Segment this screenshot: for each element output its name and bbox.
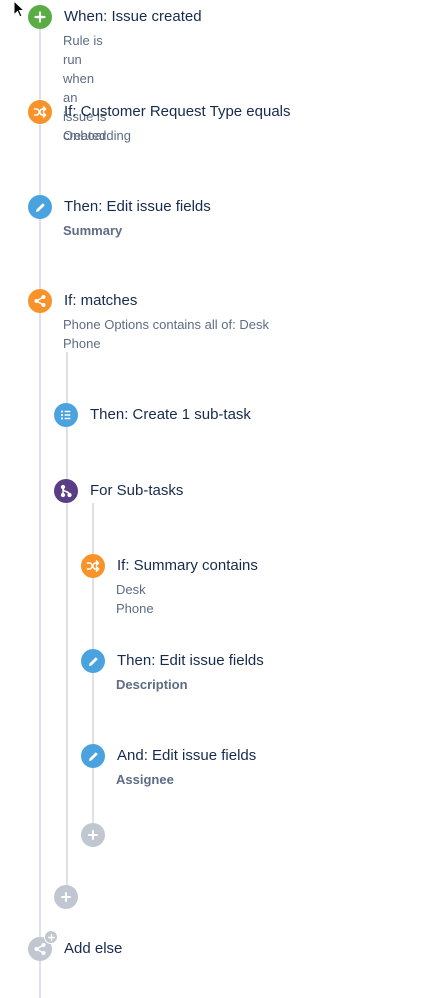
plus-badge-icon — [44, 930, 58, 944]
share-icon — [28, 289, 52, 313]
branch-subtasks-title: For Sub-tasks — [90, 482, 184, 499]
add-component-button[interactable] — [54, 885, 78, 909]
main-connector — [39, 16, 41, 998]
condition-summary-subtitle: Desk Phone — [116, 582, 154, 616]
mouse-pointer-icon — [13, 0, 25, 18]
condition-summary-title: If: Summary contains — [117, 557, 258, 574]
add-component-button[interactable] — [81, 823, 105, 847]
add-else-title: Add else — [64, 940, 123, 957]
action-edit-assignee-title: And: Edit issue fields — [117, 747, 257, 764]
action-edit-description-title: Then: Edit issue fields — [117, 652, 264, 669]
plus-icon — [88, 830, 98, 840]
condition-request-type-title: If: Customer Request Type equals — [64, 103, 291, 120]
pencil-icon — [28, 195, 52, 219]
action-edit-description-subtitle: Description — [116, 677, 188, 692]
shuffle-icon — [28, 100, 52, 124]
pencil-icon — [81, 744, 105, 768]
action-edit-summary-title: Then: Edit issue fields — [64, 198, 211, 215]
branch-matches-title: If: matches — [64, 292, 138, 309]
plus-icon — [61, 892, 71, 902]
action-edit-assignee-subtitle: Assignee — [116, 772, 174, 787]
branch-connector-matches — [66, 352, 68, 897]
branch-matches-subtitle: Phone Options contains all of: Desk Phon… — [63, 317, 269, 351]
shuffle-icon — [81, 554, 105, 578]
trigger-title: When: Issue created — [64, 8, 202, 25]
condition-request-type-subtitle: Onboarding — [63, 128, 131, 143]
fork-icon — [54, 479, 78, 503]
action-edit-summary-subtitle: Summary — [63, 223, 123, 238]
pencil-icon — [81, 649, 105, 673]
plus-icon — [28, 5, 52, 29]
action-create-subtask-title: Then: Create 1 sub-task — [90, 406, 251, 423]
list-icon — [54, 403, 78, 427]
